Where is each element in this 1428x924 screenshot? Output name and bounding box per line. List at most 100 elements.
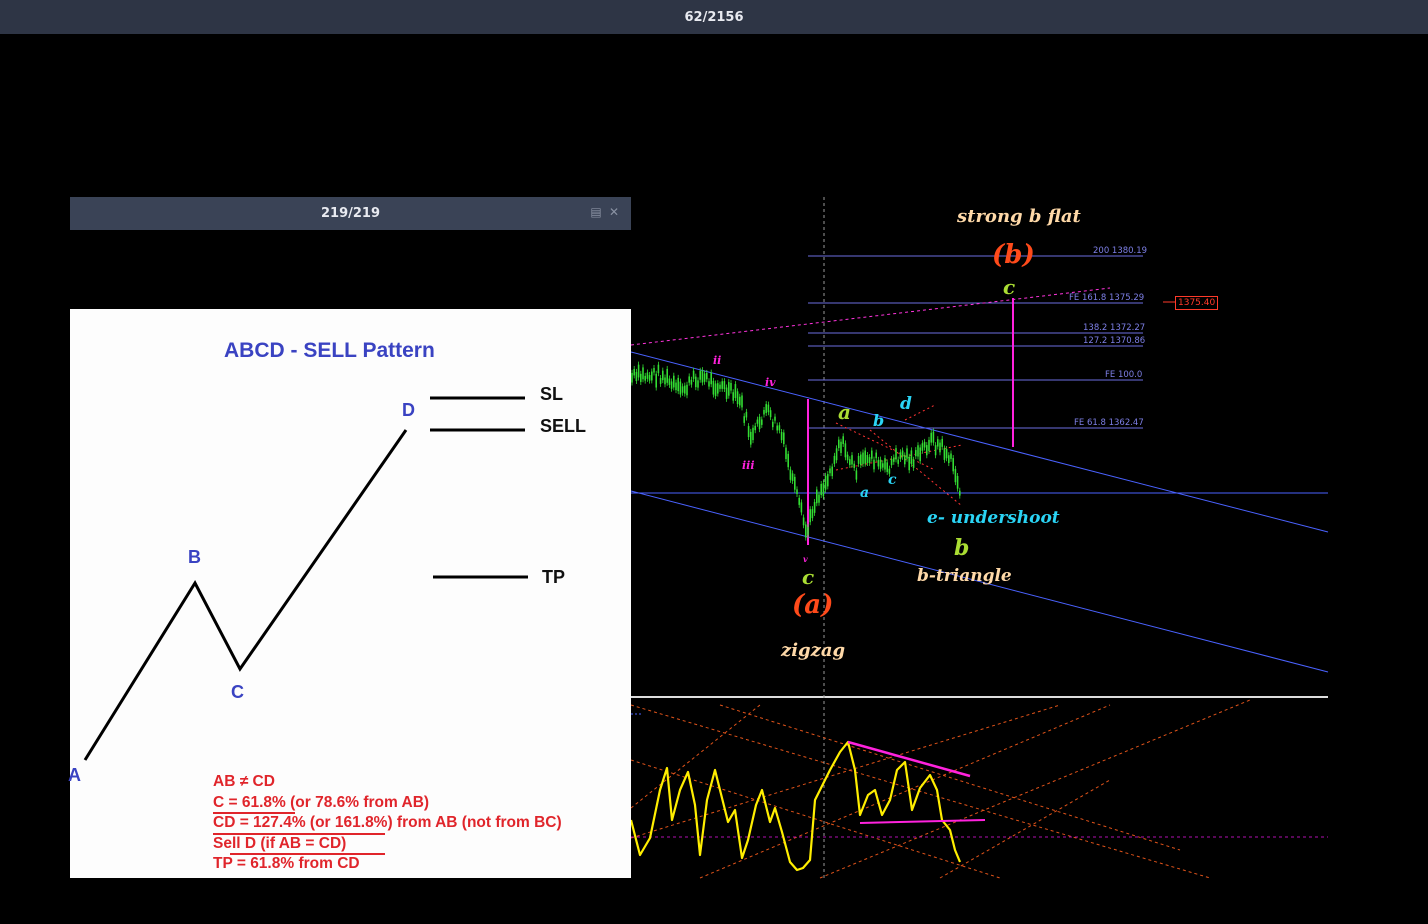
candle-body	[725, 387, 728, 399]
candle-body	[943, 448, 946, 460]
candle-body	[871, 450, 873, 459]
candle-body	[675, 382, 677, 391]
candle-body	[948, 455, 950, 464]
candle-body	[934, 445, 937, 456]
candle-body	[802, 517, 805, 526]
oscillator-line	[629, 740, 962, 872]
candle-body	[767, 404, 770, 413]
candle-body	[721, 381, 723, 389]
label-zigzag: zigzag	[781, 640, 846, 661]
candle-body	[910, 450, 913, 464]
candle-body	[633, 368, 635, 376]
candle-body	[794, 476, 796, 490]
point-label-a: A	[68, 765, 81, 785]
candle-body	[785, 447, 787, 460]
candle-body	[937, 439, 939, 447]
candle-body	[743, 416, 745, 423]
fib-label-100: FE 100.0	[1105, 370, 1143, 380]
candle-body	[697, 380, 699, 388]
candle-body	[906, 448, 908, 459]
point-label-b: B	[188, 547, 201, 567]
rule-line: AB ≠ CD	[213, 773, 275, 790]
candle-body	[677, 377, 679, 392]
level-label-tp: TP	[542, 567, 566, 587]
label-tri-d: d	[900, 394, 912, 414]
oscillator-lower-trend	[859, 819, 986, 824]
label-tri-b: b	[873, 411, 885, 430]
candle-body	[739, 396, 741, 406]
candle-body	[862, 452, 864, 464]
candle-body	[930, 432, 932, 443]
candle-body	[653, 368, 655, 373]
candle-body	[813, 502, 816, 513]
candle-body	[895, 448, 897, 460]
candle-body	[860, 454, 862, 466]
candle-body	[692, 370, 695, 379]
candle-body	[919, 447, 921, 462]
rule-line: CD = 127.4% (or 161.8%) from AB (not fro…	[213, 814, 562, 831]
candle-body	[730, 382, 732, 391]
candle-body	[866, 455, 869, 463]
candle-body	[873, 459, 875, 470]
candle-body	[640, 373, 642, 382]
candle-body	[668, 378, 671, 385]
candle-body	[655, 373, 657, 388]
candle-body	[710, 372, 712, 385]
candle-body	[666, 368, 668, 383]
label-wave-b-green: b	[954, 535, 970, 561]
candle-body	[734, 384, 737, 398]
candle-body	[662, 370, 664, 381]
candle-body	[921, 443, 924, 451]
candle-body	[708, 381, 710, 387]
candle-body	[684, 385, 686, 394]
oscillator-upper-trend	[847, 740, 971, 778]
candle-body	[657, 364, 660, 374]
pattern-window[interactable]: 219/219 ▤ ✕ ABCD - SELL Pattern A B C D …	[68, 197, 631, 878]
candle-body	[822, 483, 825, 497]
rule-line: C = 61.8% (or 78.6% from AB)	[213, 793, 430, 811]
candle-body	[842, 436, 844, 444]
candle-body	[844, 443, 847, 458]
candle-body	[646, 372, 649, 379]
close-icon[interactable]: ✕	[607, 205, 621, 219]
candle-body	[736, 391, 739, 405]
pattern-window-counter: 219/219	[320, 206, 381, 221]
candle-body	[681, 386, 684, 393]
fib-label-200: 200 1380.19	[1093, 246, 1148, 256]
candle-body	[699, 370, 701, 380]
candle-body	[651, 371, 653, 381]
candle-body	[884, 458, 886, 470]
candle-body	[827, 474, 829, 487]
candle-body	[728, 382, 730, 396]
pattern-window-titlebar[interactable]: 219/219 ▤ ✕	[70, 197, 631, 230]
candle-body	[679, 381, 682, 395]
label-tri-a-lower: a	[860, 485, 870, 501]
label-wave-c-bottom: c	[802, 565, 815, 589]
candle-body	[816, 489, 818, 504]
candle-body	[820, 483, 822, 495]
candle-body	[877, 459, 880, 467]
label-b-triangle: b-triangle	[917, 566, 1012, 586]
candle-body	[923, 441, 926, 448]
candle-body	[941, 438, 943, 447]
candle-body	[787, 453, 789, 468]
candle-body	[855, 470, 858, 480]
triangle-lines	[835, 404, 963, 507]
candle-body	[712, 380, 715, 395]
candle-body	[635, 371, 638, 381]
candle-body	[807, 526, 809, 536]
candle-body	[849, 459, 851, 465]
candle-body	[741, 395, 743, 408]
candle-body	[688, 376, 690, 383]
pattern-rules: AB ≠ CD C = 61.8% (or 78.6% from AB) CD …	[213, 772, 562, 875]
candle-body	[732, 392, 734, 401]
candle-body	[811, 509, 814, 519]
window-restore-icon[interactable]: ▤	[589, 205, 603, 219]
candle-body	[701, 370, 704, 383]
fib-label-161: FE 161.8 1375.29	[1069, 293, 1145, 303]
candle-body	[648, 375, 651, 381]
candle-body	[893, 457, 895, 462]
candle-body	[758, 416, 761, 430]
candle-body	[864, 450, 866, 464]
candle-body	[659, 377, 662, 384]
